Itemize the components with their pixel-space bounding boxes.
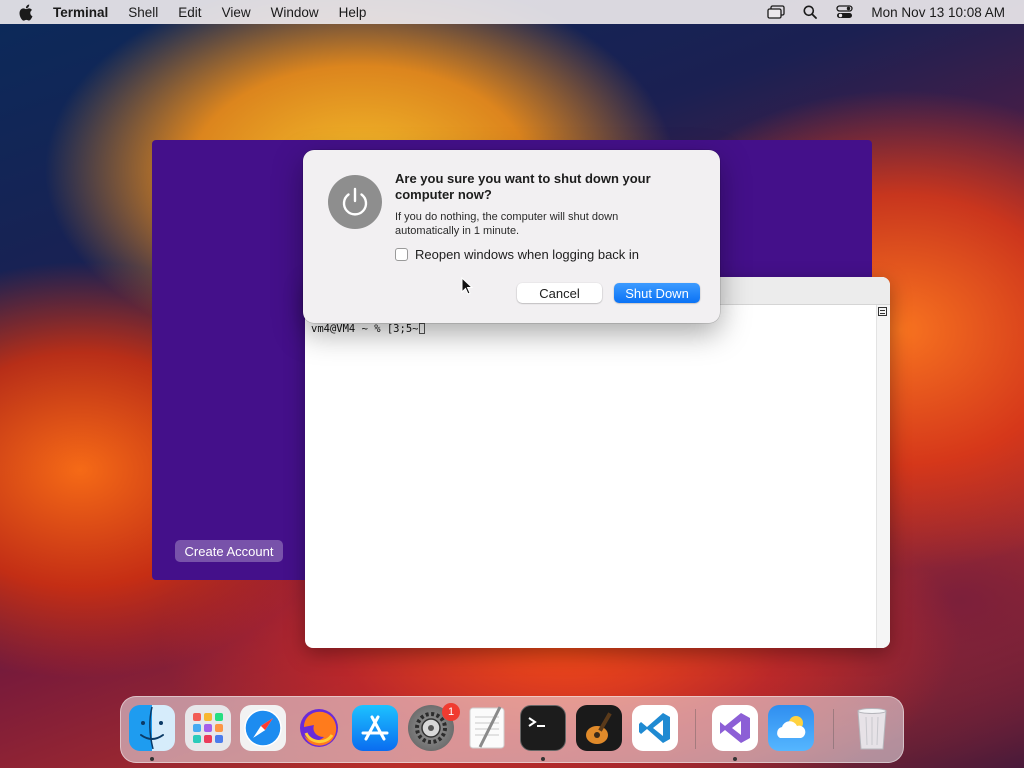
cancel-button[interactable]: Cancel [517, 283, 602, 303]
dock-separator-trash [833, 709, 834, 749]
menu-window[interactable]: Window [271, 5, 319, 20]
spotlight-search-icon[interactable] [801, 4, 819, 20]
finder-running-indicator [150, 757, 154, 761]
system-settings-badge: 1 [442, 703, 460, 721]
app-store-icon[interactable] [352, 705, 398, 751]
menu-bar: Terminal Shell Edit View Window Help Mon… [0, 0, 1024, 24]
weather-icon[interactable] [768, 705, 814, 751]
terminal-prompt-text: vm4@VM4 ~ % [3;5~ [311, 323, 419, 335]
dialog-title: Are you sure you want to shut down your … [395, 171, 651, 202]
reopen-windows-checkbox[interactable] [395, 248, 408, 261]
shut-down-button[interactable]: Shut Down [614, 283, 700, 303]
shutdown-dialog: Are you sure you want to shut down your … [303, 150, 720, 323]
visual-studio-running-indicator [733, 757, 737, 761]
launchpad-icon[interactable] [185, 705, 231, 751]
terminal-cursor [419, 323, 426, 334]
safari-icon[interactable] [240, 705, 286, 751]
menu-bar-clock[interactable]: Mon Nov 13 10:08 AM [871, 5, 1005, 20]
terminal-scrollbar[interactable] [876, 305, 890, 648]
menu-shell[interactable]: Shell [128, 5, 158, 20]
split-pane-icon[interactable] [878, 307, 887, 316]
reopen-windows-label[interactable]: Reopen windows when logging back in [415, 247, 639, 262]
menu-edit[interactable]: Edit [178, 5, 201, 20]
reopen-windows-option[interactable]: Reopen windows when logging back in [395, 247, 639, 262]
trash-icon[interactable] [849, 705, 895, 751]
terminal-icon[interactable] [520, 705, 566, 751]
garageband-icon[interactable] [576, 705, 622, 751]
menu-app-name[interactable]: Terminal [53, 5, 108, 20]
terminal-window[interactable]: vm4@VM4 ~ % [3;5~ [305, 277, 890, 648]
control-center-icon[interactable] [835, 4, 853, 20]
create-account-button[interactable]: Create Account [175, 540, 283, 562]
dock-separator [695, 709, 696, 749]
terminal-prompt[interactable]: vm4@VM4 ~ % [3;5~ [311, 323, 426, 335]
terminal-running-indicator [541, 757, 545, 761]
vscode-icon[interactable] [632, 705, 678, 751]
dock: 1 [120, 696, 904, 763]
textedit-icon[interactable] [464, 705, 510, 751]
screen-mirroring-icon[interactable] [767, 4, 786, 20]
power-icon [328, 175, 382, 229]
dialog-message: If you do nothing, the computer will shu… [395, 211, 619, 237]
apple-menu-icon[interactable] [18, 4, 36, 21]
visual-studio-icon[interactable] [712, 705, 758, 751]
finder-icon[interactable] [129, 705, 175, 751]
menu-view[interactable]: View [222, 5, 251, 20]
menu-help[interactable]: Help [339, 5, 367, 20]
firefox-icon[interactable] [296, 705, 342, 751]
mouse-pointer-icon [461, 277, 473, 295]
